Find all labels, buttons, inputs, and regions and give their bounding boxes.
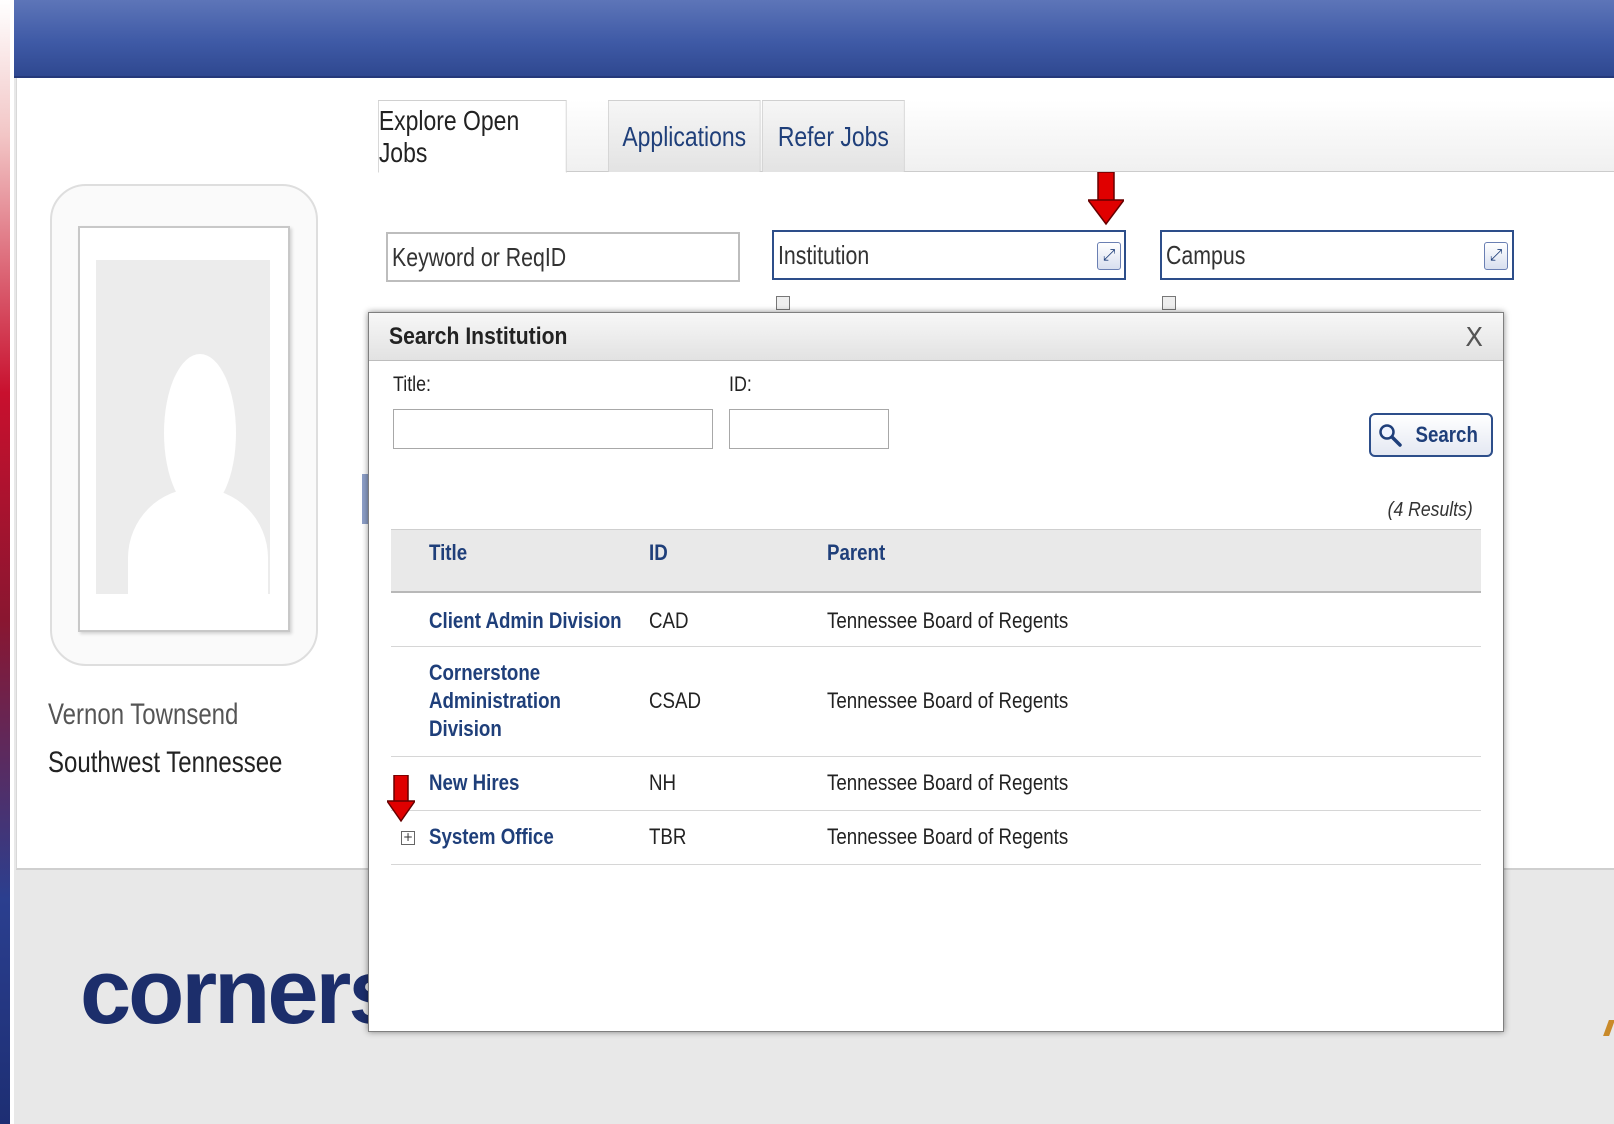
red-down-arrow-icon <box>1088 172 1124 226</box>
row-title-link[interactable]: System Office <box>429 823 554 851</box>
institution-field[interactable]: Institution <box>772 230 1126 280</box>
left-edge-accent <box>0 0 14 1124</box>
id-label: ID: <box>729 373 752 396</box>
id-search-input[interactable] <box>729 409 889 449</box>
row-parent: Tennessee Board of Regents <box>827 824 1069 849</box>
row-id: TBR <box>649 824 687 849</box>
tab-explore-open-jobs[interactable]: Explore Open Jobs <box>378 100 567 173</box>
avatar-background <box>96 260 270 628</box>
keyword-input[interactable]: Keyword or ReqID <box>386 232 740 282</box>
dialog-title: Search Institution <box>389 323 568 350</box>
avatar <box>78 226 290 632</box>
row-parent: Tennessee Board of Regents <box>827 608 1069 633</box>
title-search-input[interactable] <box>393 409 713 449</box>
red-down-arrow-icon <box>387 775 415 823</box>
title-label: Title: <box>393 373 432 396</box>
campus-lookup-icon[interactable]: ⤢ <box>1484 242 1508 270</box>
table-row: Cornerstone Administration Division CSAD… <box>391 647 1481 757</box>
column-header-title[interactable]: Title <box>429 540 467 566</box>
user-name: Vernon Townsend <box>48 698 239 731</box>
results-table-header: Title ID Parent <box>391 529 1481 593</box>
row-id: CSAD <box>649 688 701 713</box>
plus-box-icon[interactable]: + <box>401 831 415 845</box>
campus-field[interactable]: Campus <box>1160 230 1514 280</box>
close-icon[interactable]: X <box>1465 323 1483 353</box>
magnifier-icon <box>1379 424 1403 447</box>
institution-lookup-icon[interactable]: ⤢ <box>1097 242 1121 270</box>
column-header-id[interactable]: ID <box>649 540 668 566</box>
row-parent: Tennessee Board of Regents <box>827 770 1069 795</box>
row-title-link[interactable]: Cornerstone Administration Division <box>429 659 582 743</box>
results-count: (4 Results) <box>1387 499 1473 521</box>
row-title-link[interactable]: New Hires <box>429 769 519 797</box>
user-organization: Southwest Tennessee <box>48 746 283 779</box>
search-button[interactable]: Search <box>1369 413 1493 457</box>
tab-applications[interactable]: Applications <box>608 100 761 172</box>
table-row: + System Office TBR Tennessee Board of R… <box>391 811 1481 865</box>
tab-refer-jobs[interactable]: Refer Jobs <box>762 100 905 172</box>
avatar-body-shape <box>128 488 268 628</box>
search-institution-dialog: Search Institution X Title: ID: Search (… <box>368 312 1504 1032</box>
dialog-titlebar: Search Institution X <box>369 313 1503 361</box>
table-row: New Hires NH Tennessee Board of Regents <box>391 757 1481 811</box>
column-header-parent[interactable]: Parent <box>827 540 885 566</box>
row-id: NH <box>649 770 677 795</box>
row-id: CAD <box>649 608 689 633</box>
table-row: Client Admin Division CAD Tennessee Boar… <box>391 593 1481 647</box>
row-parent: Tennessee Board of Regents <box>827 688 1069 713</box>
logo-partial-mark <box>1603 1020 1614 1036</box>
institution-include-checkbox[interactable] <box>776 296 976 310</box>
row-title-link[interactable]: Client Admin Division <box>429 607 622 635</box>
campus-include-checkbox[interactable] <box>1162 296 1362 310</box>
header-bar <box>14 0 1614 78</box>
